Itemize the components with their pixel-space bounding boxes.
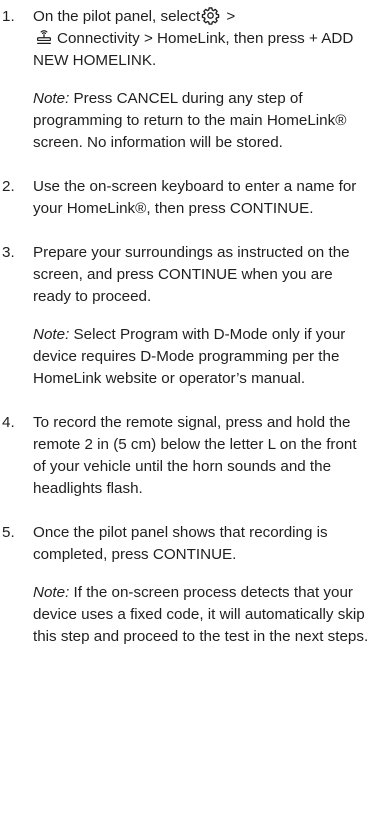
step-5: 5. Once the pilot panel shows that recor…: [0, 522, 369, 648]
note-text: Press CANCEL during any step of programm…: [33, 90, 347, 151]
note-text: Select Program with D-Mode only if your …: [33, 326, 346, 387]
note-label: Note:: [33, 90, 70, 107]
step-text: Once the pilot panel shows that recordin…: [33, 524, 328, 563]
step-3: 3. Prepare your surroundings as instruct…: [0, 242, 369, 390]
instructions-document: 1. On the pilot panel, select > Connecti…: [0, 0, 379, 836]
step-text: On the pilot panel, select > Connectivit…: [33, 6, 369, 72]
step-note: Note: Select Program with D-Mode only if…: [33, 324, 369, 390]
step-text-post: Connectivity > HomeLink, then press + AD…: [33, 30, 354, 69]
step-2: 2. Use the on-screen keyboard to enter a…: [0, 176, 369, 220]
connectivity-icon: [37, 30, 51, 44]
step-number: 1.: [2, 8, 15, 25]
note-text: If the on-screen process detects that yo…: [33, 584, 369, 645]
step-note: Note: If the on-screen process detects t…: [33, 582, 369, 648]
step-number: 4.: [2, 414, 15, 431]
step-number: 3.: [2, 244, 15, 261]
programming-steps-list: 1. On the pilot panel, select > Connecti…: [0, 6, 369, 648]
step-note: Note: Press CANCEL during any step of pr…: [33, 88, 369, 154]
step-text-mid: >: [222, 8, 236, 25]
step-number: 2.: [2, 178, 15, 195]
step-4: 4. To record the remote signal, press an…: [0, 412, 369, 500]
step-1: 1. On the pilot panel, select > Connecti…: [0, 6, 369, 154]
note-label: Note:: [33, 326, 70, 343]
step-text-pre: On the pilot panel, select: [33, 8, 201, 25]
step-text: To record the remote signal, press and h…: [33, 414, 357, 497]
step-text: Use the on-screen keyboard to enter a na…: [33, 178, 357, 217]
step-text: Prepare your surroundings as instructed …: [33, 244, 350, 305]
step-number: 5.: [2, 524, 15, 541]
gear-icon: [201, 7, 220, 25]
note-label: Note:: [33, 584, 70, 601]
